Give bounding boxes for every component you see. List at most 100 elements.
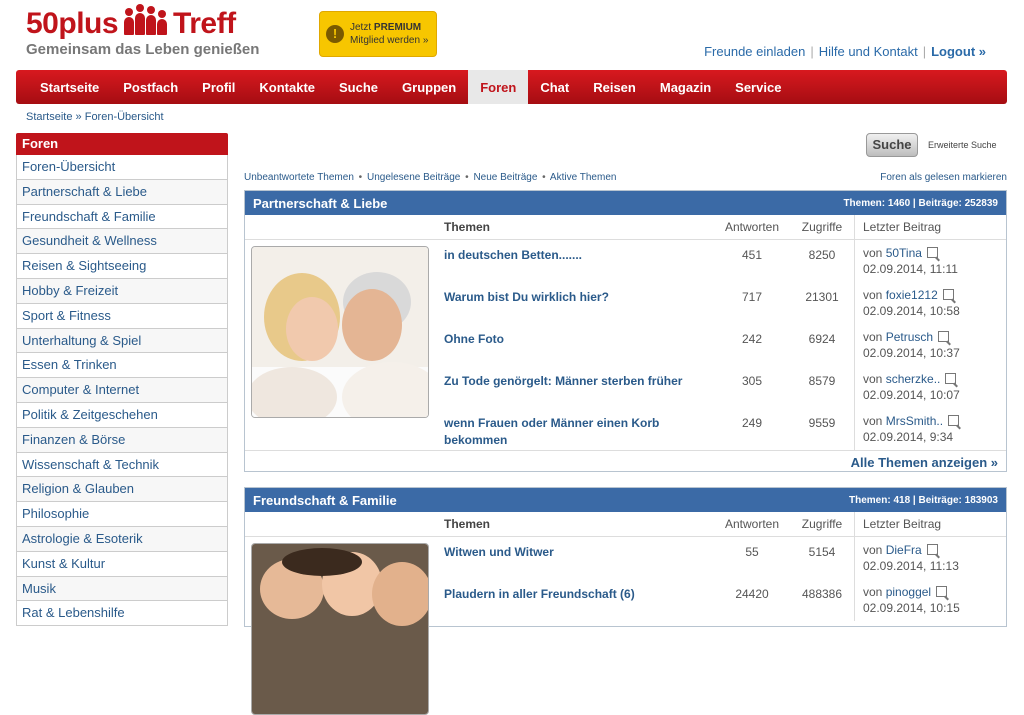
user-link[interactable]: pinoggel [886,585,931,599]
breadcrumb-current[interactable]: Foren-Übersicht [85,111,164,123]
logout-link[interactable]: Logout » [931,44,986,59]
premium-line2: Mitglied werden » [350,35,429,46]
advanced-search-link[interactable]: Erweiterte Suche [928,140,997,150]
last-post-date: 02.09.2014, 10:07 [863,388,960,402]
last-post-date: 02.09.2014, 10:15 [863,601,960,615]
user-link[interactable]: DieFra [886,543,922,557]
goto-post-icon[interactable] [948,415,960,426]
user-link[interactable]: Petrusch [886,330,933,344]
sidebar-item-philosophie[interactable]: Philosophie [16,502,228,527]
forum-stats: Themen: 418 | Beiträge: 183903 [849,494,998,506]
top-links: Freunde einladen | Hilfe und Kontakt | Logou… [704,44,986,59]
sidebar-item-astrologie[interactable]: Astrologie & Esoterik [16,526,228,552]
nav-service[interactable]: Service [723,70,793,104]
user-link[interactable]: foxie1212 [886,288,938,302]
nav-gruppen[interactable]: Gruppen [390,70,468,104]
views-count: 6924 [808,332,836,346]
premium-line1: Jetzt [350,22,372,33]
topic-link[interactable]: Zu Tode genörgelt: Männer sterben früher [444,366,714,408]
logo-title: 50plus Treff [26,4,259,40]
goto-post-icon[interactable] [936,586,948,597]
topic-link[interactable]: Ohne Foto [444,324,714,366]
user-link[interactable]: MrsSmith.. [886,414,943,428]
topic-link[interactable]: Witwen und Witwer [444,537,714,579]
nav-chat[interactable]: Chat [528,70,581,104]
active-topics-link[interactable]: Aktive Themen [550,172,617,183]
forum-title[interactable]: Partnerschaft & Liebe [253,196,387,211]
show-all-topics-link[interactable]: Alle Themen anzeigen » [851,455,998,470]
nav-kontakte[interactable]: Kontakte [247,70,327,104]
invite-friends-link[interactable]: Freunde einladen [704,44,805,59]
col-views: Zugriffe [801,220,843,234]
nav-foren[interactable]: Foren [468,70,529,104]
sidebar-item-freundschaft[interactable]: Freundschaft & Familie [16,204,228,230]
nav-reisen[interactable]: Reisen [581,70,648,104]
mark-read-link[interactable]: Foren als gelesen markieren [880,172,1007,183]
sidebar-item-kunst[interactable]: Kunst & Kultur [16,551,228,577]
forum-sidebar: Foren Foren-Übersicht Partnerschaft & Li… [16,133,228,627]
sidebar-item-finanzen[interactable]: Finanzen & Börse [16,427,228,453]
topic-link[interactable]: Warum bist Du wirklich hier? [444,282,714,324]
sidebar-item-foren-uebersicht[interactable]: Foren-Übersicht [16,155,228,180]
sidebar-item-religion[interactable]: Religion & Glauben [16,477,228,503]
goto-post-icon[interactable] [938,331,950,342]
col-answers: Antworten [724,517,780,531]
last-post: von 50Tina 02.09.2014, 11:11 [854,240,1004,282]
sidebar-item-partnerschaft[interactable]: Partnerschaft & Liebe [16,179,228,205]
forum-title[interactable]: Freundschaft & Familie [253,493,397,508]
forum-stats: Themen: 1460 | Beiträge: 252839 [843,197,998,209]
col-last-post: Letzter Beitrag [854,512,1004,536]
views-count: 8579 [808,374,836,388]
sidebar-item-computer[interactable]: Computer & Internet [16,378,228,403]
forum-header: Freundschaft & Familie Themen: 418 | Bei… [245,488,1006,512]
user-link[interactable]: scherzke.. [886,372,941,386]
new-posts-link[interactable]: Neue Beiträge [473,172,537,183]
table-row: Zu Tode genörgelt: Männer sterben früher… [444,366,1006,408]
sidebar-item-essen[interactable]: Essen & Trinken [16,353,228,379]
sidebar-item-reisen[interactable]: Reisen & Sightseeing [16,254,228,279]
help-contact-link[interactable]: Hilfe und Kontakt [819,44,918,59]
quicklinks-sep: • [465,172,469,183]
nav-magazin[interactable]: Magazin [648,70,723,104]
nav-suche[interactable]: Suche [327,70,390,104]
unanswered-topics-link[interactable]: Unbeantwortete Themen [244,172,354,183]
premium-banner-button[interactable]: ! Jetzt PREMIUM Mitglied werden » [319,11,437,57]
main-nav: Startseite Postfach Profil Kontakte Such… [16,70,1007,104]
nav-startseite[interactable]: Startseite [16,70,111,104]
breadcrumb-sep: » [75,111,82,123]
views-count: 9559 [808,416,836,430]
sidebar-item-sport[interactable]: Sport & Fitness [16,303,228,329]
exclamation-icon: ! [326,25,344,43]
last-post: von Petrusch 02.09.2014, 10:37 [854,324,1004,366]
topic-link[interactable]: wenn Frauen oder Männer einen Korb bekom… [444,408,714,450]
quicklinks-sep: • [542,172,546,183]
nav-postfach[interactable]: Postfach [111,70,190,104]
breadcrumb-home[interactable]: Startseite [26,111,72,123]
sidebar-item-rat[interactable]: Rat & Lebenshilfe [16,601,228,627]
unread-posts-link[interactable]: Ungelesene Beiträge [367,172,460,183]
site-logo[interactable]: 50plus Treff Gemeinsam das Leben genieße… [26,4,259,58]
last-post-by: von [863,543,883,557]
sidebar-item-musik[interactable]: Musik [16,576,228,602]
goto-post-icon[interactable] [926,544,938,555]
sidebar-item-politik[interactable]: Politik & Zeitgeschehen [16,402,228,428]
col-topics: Themen [444,220,491,234]
people-logo-icon [124,4,168,35]
views-count: 5154 [808,545,836,559]
goto-post-icon[interactable] [942,289,954,300]
topic-rows: Witwen und Witwer 55 5154 von DieFra 02.0… [444,537,1006,621]
sidebar-item-hobby[interactable]: Hobby & Freizeit [16,278,228,304]
goto-post-icon[interactable] [926,247,938,258]
goto-post-icon[interactable] [945,373,957,384]
logo-text-treff: Treff [173,7,236,40]
sidebar-item-wissenschaft[interactable]: Wissenschaft & Technik [16,452,228,478]
logo-text-50plus: 50plus [26,7,119,40]
topic-link[interactable]: in deutschen Betten....... [444,240,714,282]
answers-count: 55 [745,545,759,559]
user-link[interactable]: 50Tina [886,246,922,260]
sidebar-item-gesundheit[interactable]: Gesundheit & Wellness [16,229,228,255]
sidebar-item-unterhaltung[interactable]: Unterhaltung & Spiel [16,328,228,354]
nav-profil[interactable]: Profil [190,70,247,104]
column-header: Themen Antworten Zugriffe Letzter Beitra… [245,512,1006,537]
search-button[interactable]: Suche [866,133,918,157]
